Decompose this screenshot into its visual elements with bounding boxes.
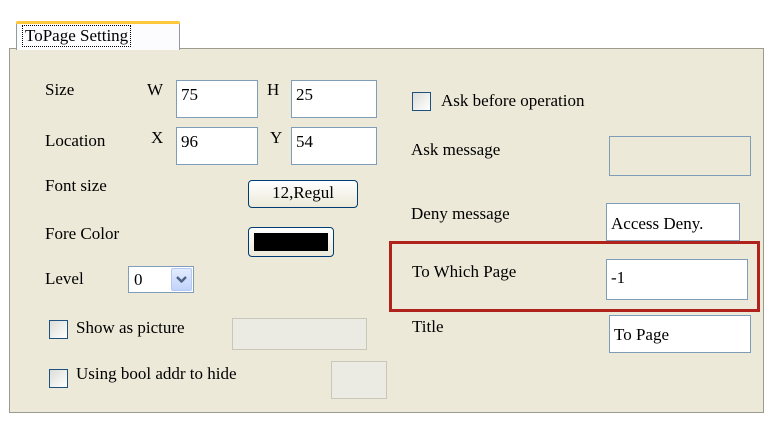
level-label: Level [45,269,84,288]
size-label: Size [45,80,75,99]
ask-before-operation-label: Ask before operation [441,91,585,110]
show-as-picture-checkbox[interactable] [49,320,68,339]
tab-label: ToPage Setting [21,25,132,47]
height-input[interactable]: 25 [291,80,377,118]
ask-message-label: Ask message [411,140,501,159]
tab-topage-setting[interactable]: ToPage Setting [16,21,180,50]
ask-message-field[interactable] [609,136,751,176]
x-input[interactable]: 96 [176,127,258,165]
title-input[interactable]: To Page [609,315,751,353]
font-size-label: Font size [45,176,107,195]
y-input[interactable]: 54 [291,127,377,165]
deny-message-input[interactable]: Access Deny. [606,203,740,241]
deny-message-label: Deny message [411,204,510,223]
y-label: Y [270,128,283,147]
fore-color-button[interactable] [248,227,334,257]
title-label: Title [412,317,444,336]
show-as-picture-label: Show as picture [76,318,185,337]
to-which-page-input[interactable]: -1 [606,259,748,300]
width-label: W [147,80,164,99]
fore-color-label: Fore Color [45,224,120,243]
width-input[interactable]: 75 [176,80,258,118]
level-select-value: 0 [134,270,143,289]
ask-before-operation-checkbox[interactable] [412,92,431,111]
level-select[interactable]: 0 [128,266,194,293]
bool-addr-label: Using bool addr to hide [76,364,237,383]
font-size-button[interactable]: 12,Regul [248,180,358,208]
location-label: Location [45,131,106,150]
fore-color-swatch [254,233,328,251]
bool-addr-field [331,361,387,399]
picture-field [232,318,367,350]
height-label: H [267,80,280,99]
x-label: X [151,128,164,147]
bool-addr-checkbox[interactable] [49,369,68,388]
chevron-down-icon[interactable] [171,268,192,291]
to-which-page-label: To Which Page [412,262,517,281]
